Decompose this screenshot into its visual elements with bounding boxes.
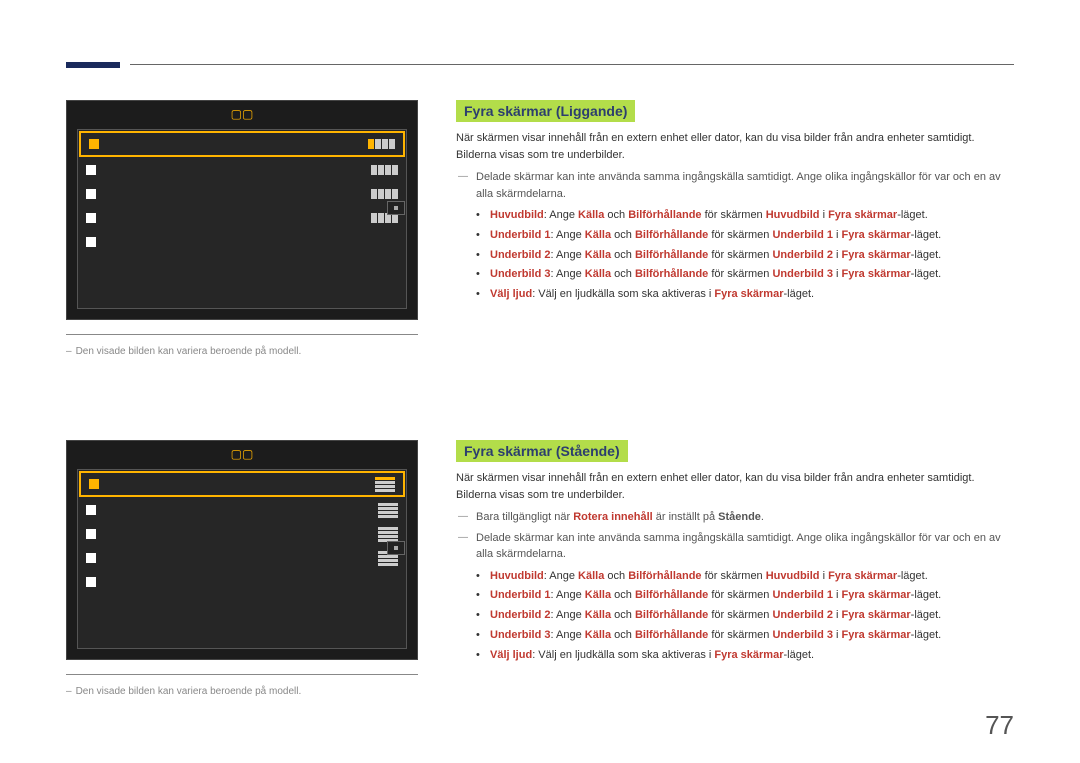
ui-mock-landscape: ▢▢: [66, 100, 418, 320]
menu-row: [78, 206, 406, 230]
menu-row-selected: [79, 471, 405, 497]
ui-mock-portrait: ▢▢: [66, 440, 418, 660]
caption-divider: [66, 334, 418, 335]
layout-preview-icon: [368, 139, 395, 149]
figure-caption: –Den visade bilden kan variera beroende …: [66, 686, 1014, 697]
bullet-item: Välj ljud: Välj en ljudkälla som ska akt…: [476, 285, 1014, 305]
ui-mock-title: ▢▢: [67, 447, 417, 461]
row-icon: [89, 139, 99, 149]
note-text: Delade skärmar kan inte använda samma in…: [466, 169, 1014, 202]
row-icon: [86, 237, 96, 247]
intro-text: När skärmen visar innehåll från en exter…: [456, 130, 1014, 163]
bullet-item: Underbild 3: Ange Källa och Bilförhållan…: [476, 626, 1014, 646]
menu-row: [78, 498, 406, 522]
bullet-list: Huvudbild: Ange Källa och Bilförhållande…: [476, 567, 1014, 666]
layout-preview-icon: [378, 503, 398, 518]
figure-caption: –Den visade bilden kan variera beroende …: [66, 346, 1014, 357]
menu-row-selected: [79, 131, 405, 157]
bullet-item: Välj ljud: Välj en ljudkälla som ska akt…: [476, 646, 1014, 666]
ui-mock-title: ▢▢: [67, 107, 417, 121]
caption-text: Den visade bilden kan variera beroende p…: [76, 686, 302, 697]
bullet-list: Huvudbild: Ange Källa och Bilförhållande…: [476, 206, 1014, 305]
bullet-item: Underbild 3: Ange Källa och Bilförhållan…: [476, 265, 1014, 285]
caption-divider: [66, 674, 418, 675]
layout-preview-icon: [371, 165, 398, 175]
bullet-item: Huvudbild: Ange Källa och Bilförhållande…: [476, 567, 1014, 587]
header-accent-bar: [66, 62, 120, 68]
heading-landscape: Fyra skärmar (Liggande): [456, 100, 635, 122]
ui-panel: [77, 469, 407, 649]
heading-portrait: Fyra skärmar (Stående): [456, 440, 628, 462]
row-icon: [86, 189, 96, 199]
note-text: Delade skärmar kan inte använda samma in…: [466, 530, 1014, 563]
row-icon: [86, 553, 96, 563]
side-indicator-icon: [387, 541, 405, 555]
row-icon: [86, 165, 96, 175]
menu-row: [78, 182, 406, 206]
bullet-item: Underbild 1: Ange Källa och Bilförhållan…: [476, 586, 1014, 606]
menu-row: [78, 570, 406, 594]
row-icon: [86, 577, 96, 587]
row-icon: [86, 505, 96, 515]
row-icon: [86, 213, 96, 223]
menu-row: [78, 158, 406, 182]
caption-text: Den visade bilden kan variera beroende p…: [76, 346, 302, 357]
bullet-item: Huvudbild: Ange Källa och Bilförhållande…: [476, 206, 1014, 226]
menu-row: [78, 230, 406, 254]
ui-panel: [77, 129, 407, 309]
menu-row: [78, 546, 406, 570]
layout-preview-icon: [378, 527, 398, 542]
note-rotate: Bara tillgängligt när Rotera innehåll är…: [466, 509, 1014, 526]
side-indicator-icon: [387, 201, 405, 215]
layout-preview-icon: [375, 477, 395, 492]
header-divider: [130, 64, 1014, 65]
bullet-item: Underbild 1: Ange Källa och Bilförhållan…: [476, 226, 1014, 246]
bullet-item: Underbild 2: Ange Källa och Bilförhållan…: [476, 606, 1014, 626]
section-portrait: ▢▢ –Den visade bilden: [66, 440, 1014, 697]
section-landscape: ▢▢: [66, 100, 1014, 357]
page-number: 77: [985, 710, 1014, 741]
content-landscape: Fyra skärmar (Liggande) När skärmen visa…: [456, 100, 1014, 305]
row-icon: [86, 529, 96, 539]
menu-row: [78, 522, 406, 546]
row-icon: [89, 479, 99, 489]
intro-text: När skärmen visar innehåll från en exter…: [456, 470, 1014, 503]
bullet-item: Underbild 2: Ange Källa och Bilförhållan…: [476, 246, 1014, 266]
layout-preview-icon: [371, 189, 398, 199]
content-portrait: Fyra skärmar (Stående) När skärmen visar…: [456, 440, 1014, 665]
